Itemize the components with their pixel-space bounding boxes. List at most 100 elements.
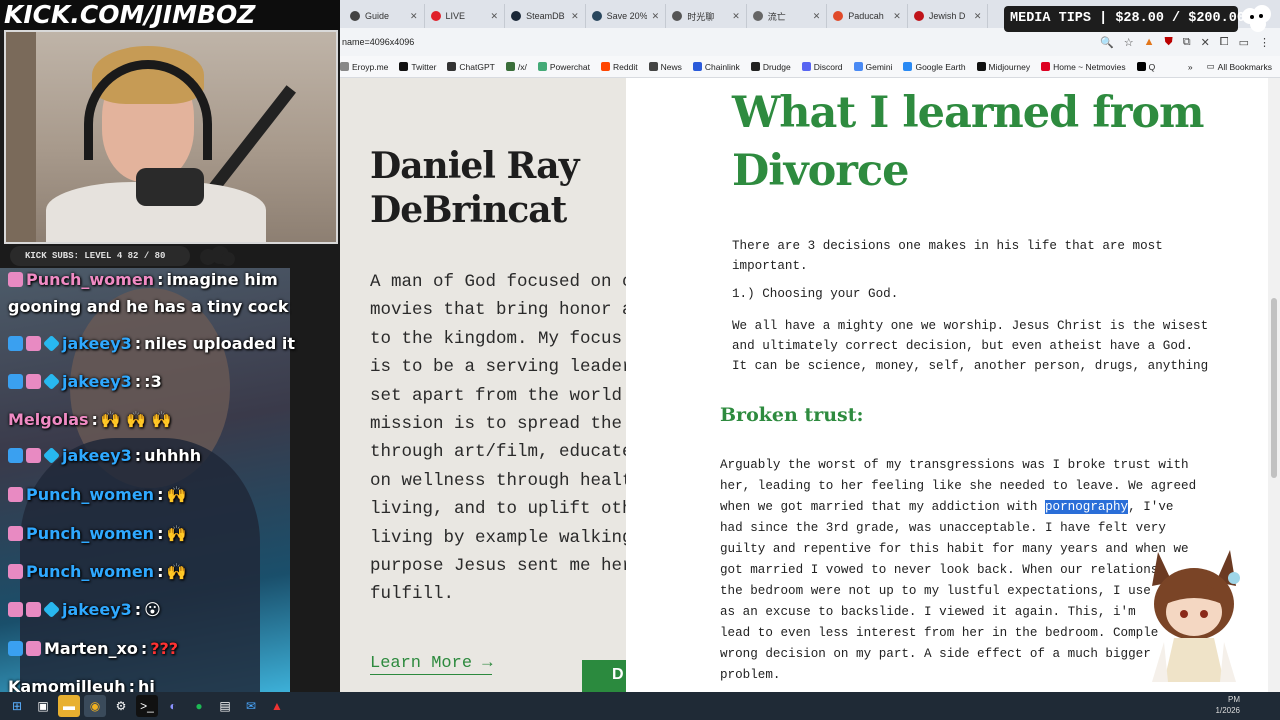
browser-tab[interactable]: LIVE ✕ xyxy=(425,4,506,28)
bookmark-item[interactable]: Drudge xyxy=(750,62,791,72)
bookmark-favicon-icon xyxy=(505,62,515,71)
bookmarks-overflow-button[interactable]: » xyxy=(1188,62,1193,72)
chrome-icon[interactable]: ◉ xyxy=(84,695,106,717)
steam-icon[interactable]: ⚙ xyxy=(110,695,132,717)
line-text: lead to even less interest from her in t… xyxy=(720,626,1159,640)
article-line: lead to even less interest from her in t… xyxy=(720,623,1196,644)
bookmark-item[interactable]: Chainlink xyxy=(692,62,740,72)
metamask-icon[interactable]: ▲ xyxy=(1144,36,1155,48)
system-clock[interactable]: PM 1/2026 xyxy=(1216,694,1240,716)
tab-title: SteamDB xyxy=(526,11,565,21)
chat-message: jakeey3::3 xyxy=(8,372,162,391)
chat-username[interactable]: jakeey3 xyxy=(62,372,132,391)
chat-username[interactable]: Marten_xo xyxy=(44,639,138,658)
chat-separator: : xyxy=(157,270,164,289)
line-text: as an excuse to backslide. I viewed it a… xyxy=(720,605,1136,619)
article-line: had since the 3rd grade, was unacceptabl… xyxy=(720,518,1196,539)
browser-tab[interactable]: Jewish D ✕ xyxy=(908,4,989,28)
all-bookmarks-button[interactable]: ▭ All Bookmarks xyxy=(1207,61,1272,72)
bookmark-item[interactable]: Powerchat xyxy=(537,62,590,72)
donate-button[interactable]: D xyxy=(582,660,626,692)
tab-close-icon[interactable]: ✕ xyxy=(652,11,660,22)
article-line: her, leading to her feeling like she nee… xyxy=(720,476,1196,497)
chat-username[interactable]: jakeey3 xyxy=(62,334,132,353)
menu-icon[interactable]: ⋮ xyxy=(1259,36,1270,49)
tab-close-icon[interactable]: ✕ xyxy=(893,11,901,22)
bookmark-item[interactable]: Twitter xyxy=(399,62,436,72)
tab-close-icon[interactable]: ✕ xyxy=(571,11,579,22)
line-text: problem. xyxy=(720,668,781,682)
windows-start-icon[interactable]: ⊞ xyxy=(6,695,28,717)
bookmark-item[interactable]: Q xyxy=(1136,62,1155,72)
browser-tab[interactable]: Guide ✕ xyxy=(344,4,425,28)
bookmark-item[interactable]: /x/ xyxy=(505,62,527,72)
bookmark-item[interactable]: Home ~ Netmovies xyxy=(1041,62,1126,72)
spotify-icon[interactable]: ● xyxy=(188,695,210,717)
tab-close-icon[interactable]: ✕ xyxy=(410,11,418,22)
webcam-background-shelf xyxy=(6,32,36,242)
tab-favicon-icon xyxy=(591,11,602,21)
bookmark-item[interactable]: ChatGPT xyxy=(447,62,495,72)
bookmark-item[interactable]: Reddit xyxy=(601,62,638,72)
zoom-icon[interactable]: 🔍 xyxy=(1100,36,1114,49)
media-app-icon[interactable]: ▲ xyxy=(266,695,288,717)
extension-icon[interactable]: ⧉ xyxy=(1183,36,1191,49)
bookmark-item[interactable]: Discord xyxy=(801,62,843,72)
article-body: Arguably the worst of my transgressions … xyxy=(720,455,1196,686)
point-one-body: We all have a mighty one we worship. Jes… xyxy=(732,319,1209,373)
line-text: had since the 3rd grade, was unacceptabl… xyxy=(720,521,1166,535)
tab-favicon-icon xyxy=(511,11,522,21)
terminal-icon[interactable]: >_ xyxy=(136,695,158,717)
sub-badge-icon xyxy=(8,374,23,389)
scroll-thumb[interactable] xyxy=(1271,298,1277,478)
browser-tab[interactable]: Paducah ✕ xyxy=(827,4,908,28)
tab-favicon-icon xyxy=(672,11,683,21)
tab-close-icon[interactable]: ✕ xyxy=(813,11,821,22)
puzzle-icon[interactable]: ⧠ xyxy=(1220,36,1229,49)
tab-close-icon[interactable]: ✕ xyxy=(491,11,499,22)
bookmark-item[interactable]: Midjourney xyxy=(976,62,1030,72)
learn-more-link[interactable]: Learn More → xyxy=(370,654,493,675)
bookmark-item[interactable]: News xyxy=(648,62,682,72)
windows-taskbar: ⊞ ▣ ▬ ◉ ⚙ >_ ◐ ● ▤ ✉ ▲ PM 1/2026 xyxy=(0,692,1280,720)
author-bio: A man of God focused on cr movies that b… xyxy=(370,272,626,605)
chat-message: Punch_women: 🙌 xyxy=(8,524,186,543)
line-text: her, leading to her feeling like she nee… xyxy=(720,479,1197,493)
article-line: when we got married that my addiction wi… xyxy=(720,497,1196,518)
bookmark-item[interactable]: Eroyp.me xyxy=(340,62,388,72)
sidebar-icon[interactable]: ▭ xyxy=(1239,36,1249,49)
browser-tab[interactable]: 流亡 ✕ xyxy=(747,4,828,28)
url-text[interactable]: name=4096x4096 xyxy=(342,37,1100,47)
discord-icon[interactable]: ◐ xyxy=(162,695,184,717)
browser-tab[interactable]: SteamDB ✕ xyxy=(505,4,586,28)
chat-username[interactable]: Melgolas xyxy=(8,410,89,429)
chat-username[interactable]: Punch_women xyxy=(26,524,154,543)
file-explorer-icon[interactable]: ▬ xyxy=(58,695,80,717)
browser-tab[interactable]: 时光聊 ✕ xyxy=(666,4,747,28)
bookmark-item[interactable]: Gemini xyxy=(853,62,892,72)
tab-close-icon[interactable]: ✕ xyxy=(974,11,982,22)
sub-badge-icon xyxy=(8,526,23,541)
chat-username[interactable]: jakeey3 xyxy=(62,446,132,465)
bookmark-favicon-icon xyxy=(447,62,457,71)
chat-username[interactable]: Punch_women xyxy=(26,270,154,289)
browser-tab[interactable]: Save 20% ✕ xyxy=(586,4,667,28)
bookmark-item[interactable]: Google Earth xyxy=(903,62,966,72)
page-scrollbar[interactable] xyxy=(1268,78,1280,692)
chat-username[interactable]: Punch_women xyxy=(26,485,154,504)
star-icon[interactable]: ☆ xyxy=(1124,36,1134,49)
tab-title: Jewish D xyxy=(928,11,966,21)
ublock-icon[interactable]: ⛊ xyxy=(1164,36,1172,49)
cloud-mascot-icon xyxy=(1242,5,1271,32)
x-extension-icon[interactable]: ✕ xyxy=(1201,36,1210,49)
app-icon[interactable]: ▤ xyxy=(214,695,236,717)
address-bar[interactable]: name=4096x4096 🔍 ☆ ▲ ⛊ ⧉ ✕ ⧠ ▭ ⋮ xyxy=(340,28,1280,56)
task-view-icon[interactable]: ▣ xyxy=(32,695,54,717)
bookmark-favicon-icon xyxy=(853,62,863,71)
tab-close-icon[interactable]: ✕ xyxy=(732,11,740,22)
mail-icon[interactable]: ✉ xyxy=(240,695,262,717)
gem-badge-icon xyxy=(43,601,60,618)
chat-username[interactable]: Punch_women xyxy=(26,562,154,581)
chat-username[interactable]: jakeey3 xyxy=(62,600,132,619)
highlighted-selection[interactable]: pornography xyxy=(1044,500,1129,514)
